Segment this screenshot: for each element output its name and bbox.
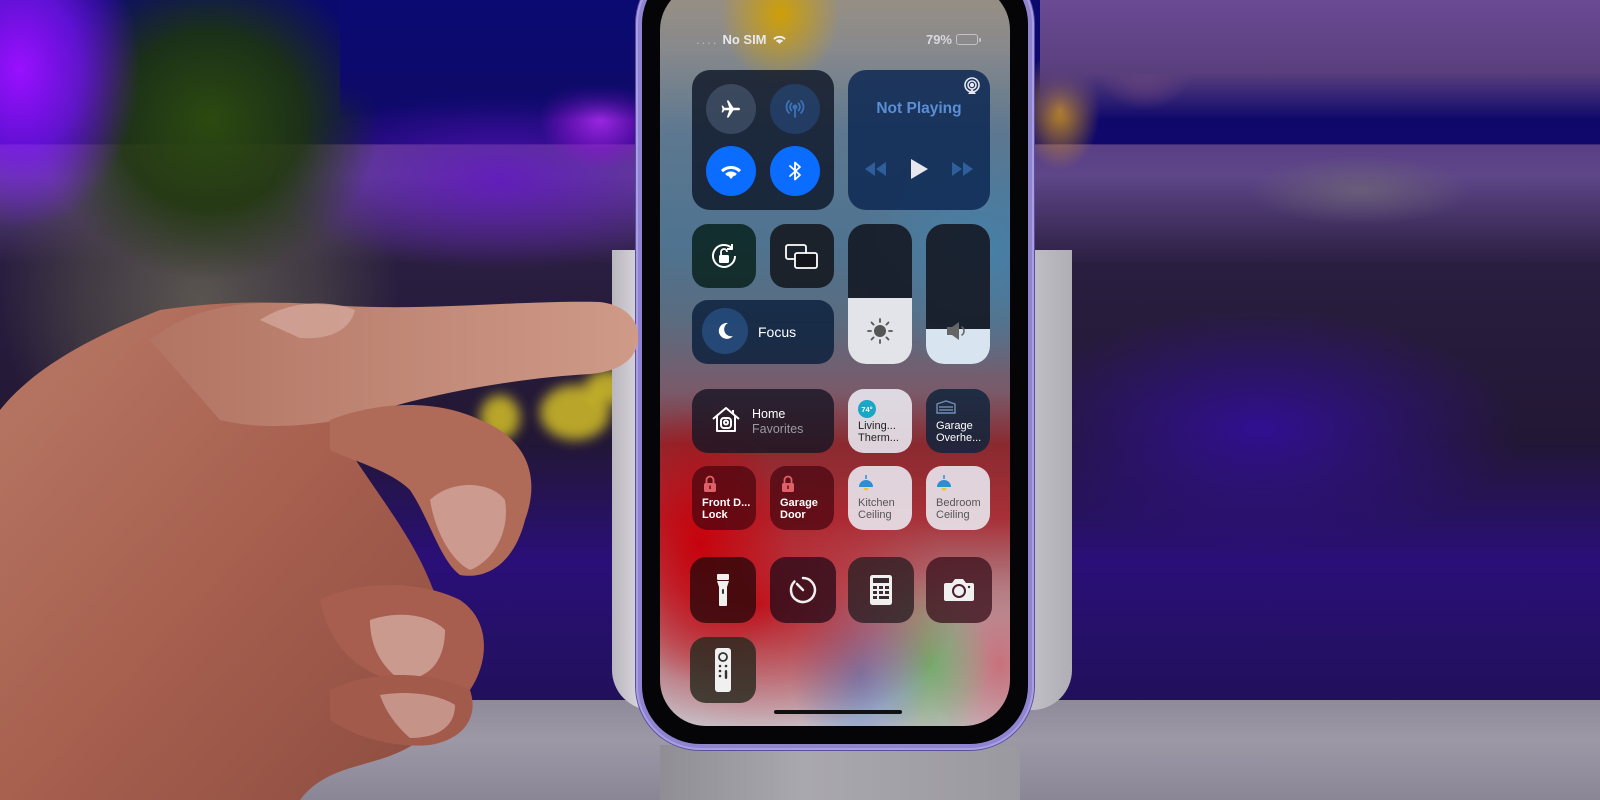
cellular-data-toggle[interactable] [770,84,820,134]
status-bar: .... No SIM 79% [696,30,981,48]
lock-icon [703,475,717,493]
focus-button[interactable]: Focus [692,300,834,364]
background-glow [1040,0,1600,120]
home-accessory-living-thermostat[interactable]: 74° Living... Therm... [848,389,912,453]
flashlight-button[interactable] [690,557,756,623]
lock-icon [781,475,795,493]
orientation-lock-button[interactable] [692,224,756,288]
home-accessory-kitchen-ceiling[interactable]: Kitchen Ceiling [848,466,912,530]
screen-mirroring-button[interactable] [770,224,834,288]
home-accessory-garage-overhead[interactable]: Garage Overhe... [926,389,990,453]
bluetooth-icon [785,159,805,183]
play-button[interactable] [909,158,929,180]
rotation-lock-icon [692,224,756,288]
calculator-icon [848,557,914,623]
focus-icon-circle [702,308,748,354]
wifi-icon [719,161,743,181]
accessory-label: Bedroom Ceiling [936,497,981,521]
airplane-mode-toggle[interactable] [706,84,756,134]
now-playing-title: Not Playing [876,100,962,117]
home-accessory-garage-door[interactable]: Garage Door [770,466,834,530]
focus-label: Focus [758,324,797,340]
timer-icon [770,557,836,623]
battery-icon [956,33,981,45]
camera-icon [926,557,992,623]
accessory-label: Garage Door [780,497,818,521]
wifi-toggle[interactable] [706,146,756,196]
brightness-slider[interactable] [848,224,912,364]
airplane-icon [719,97,743,121]
timer-button[interactable] [770,557,836,623]
remote-icon [690,637,756,703]
thermostat-temperature-badge: 74° [858,400,876,418]
bokeh-light [480,395,520,440]
accessory-label: Front D... Lock [702,497,751,521]
flashlight-icon [690,557,756,623]
media-controls [848,158,990,180]
accessory-label: Garage Overhe... [936,420,982,444]
signal-dots: .... [696,31,719,47]
calculator-button[interactable] [848,557,914,623]
antenna-icon [783,97,807,121]
home-indicator[interactable] [774,710,902,714]
ceiling-light-icon [858,475,874,493]
home-accessory-front-door-lock[interactable]: Front D... Lock [692,466,756,530]
control-center-screen: .... No SIM 79% Not Playing Focus Home F… [660,0,1010,726]
fast-forward-button[interactable] [950,162,974,176]
now-playing-module[interactable]: Not Playing [848,70,990,210]
accessory-label: Kitchen Ceiling [858,497,895,521]
iphone: .... No SIM 79% Not Playing Focus Home F… [636,0,1034,750]
home-favorites-button[interactable]: Home Favorites [692,389,834,453]
connectivity-module [692,70,834,210]
phone-bezel: .... No SIM 79% Not Playing Focus Home F… [642,0,1028,744]
camera-button[interactable] [926,557,992,623]
speaker-icon [926,320,990,342]
battery-percent: 79% [925,31,952,47]
rewind-button[interactable] [864,162,888,176]
home-accessory-bedroom-ceiling[interactable]: Bedroom Ceiling [926,466,990,530]
carrier-label: No SIM [722,31,767,47]
ceiling-light-icon [936,475,952,493]
charging-stand-neck [660,745,1020,800]
screen-mirroring-icon [770,224,834,288]
home-title: Home [752,407,786,421]
home-subtitle: Favorites [752,422,804,436]
house-icon [710,405,742,435]
bluetooth-toggle[interactable] [770,146,820,196]
moon-icon [715,321,735,341]
garage-door-icon [936,400,956,414]
wifi-status-icon [772,33,787,45]
airplay-audio-icon[interactable] [962,76,982,96]
background-glow [340,0,640,120]
apple-tv-remote-button[interactable] [690,637,756,703]
volume-slider[interactable] [926,224,990,364]
accessory-label: Living... Therm... [858,420,899,444]
sun-icon [848,316,912,346]
